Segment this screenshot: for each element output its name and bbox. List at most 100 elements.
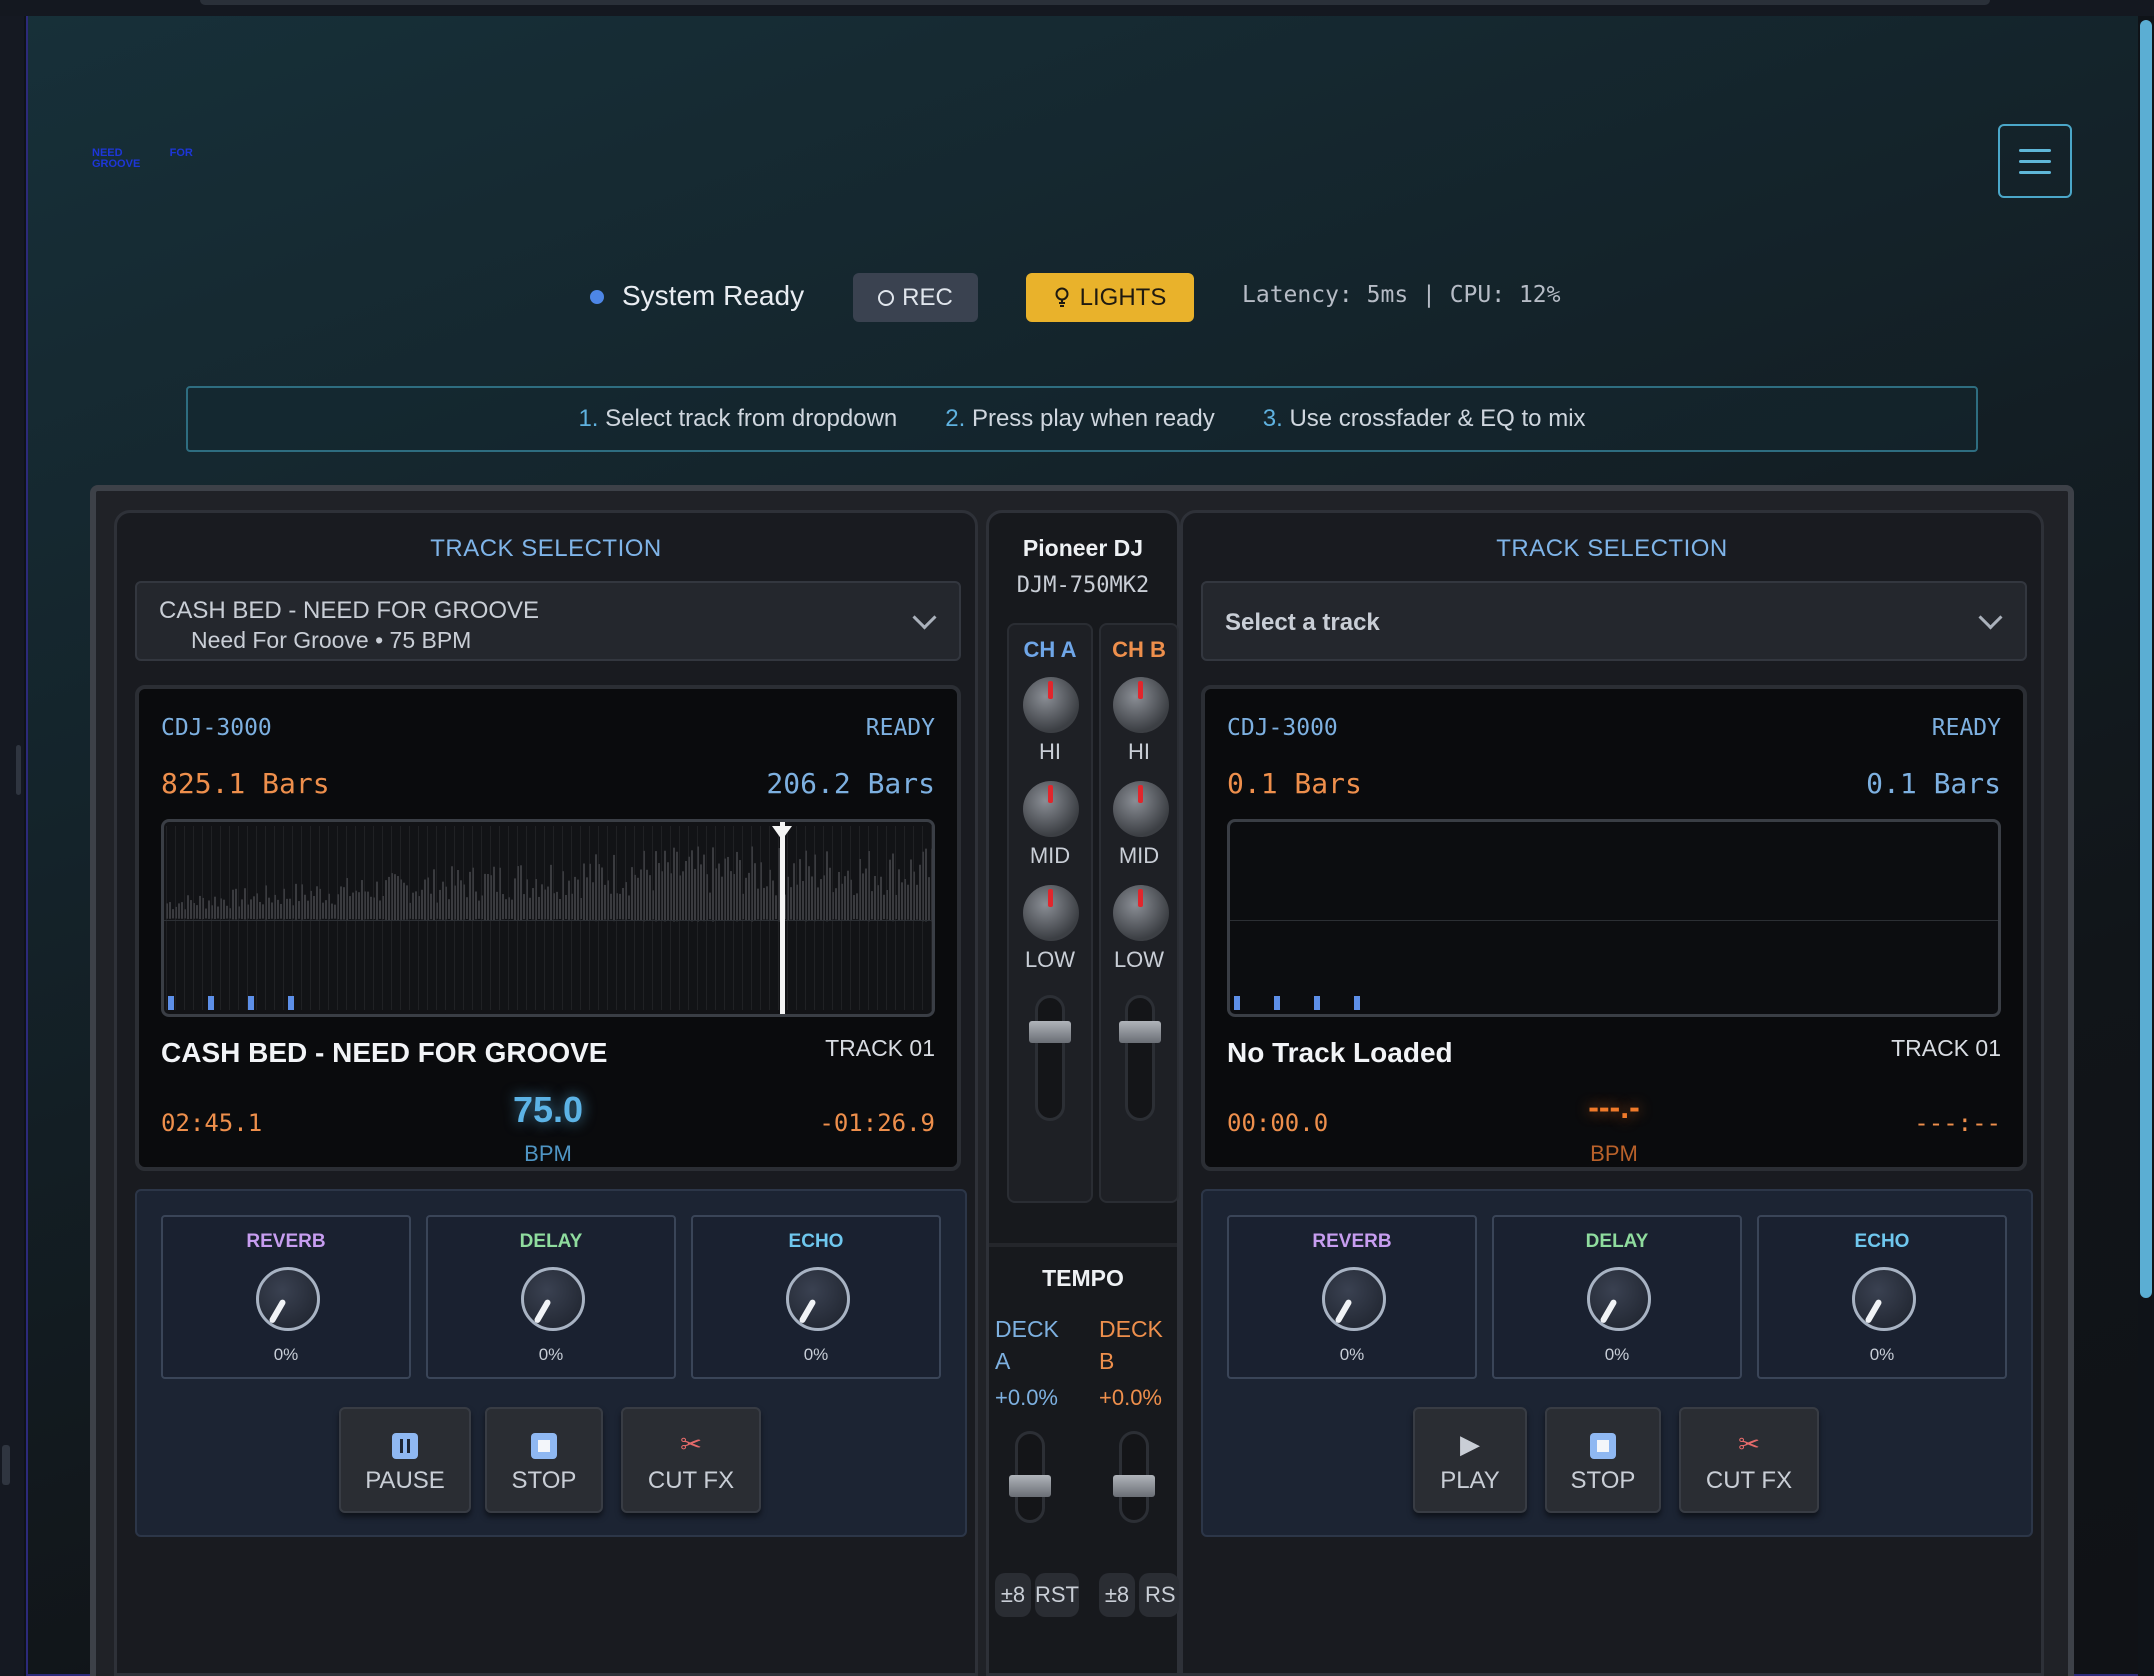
stop-button[interactable]: STOP <box>485 1407 603 1513</box>
pause-button[interactable]: PAUSE <box>339 1407 471 1513</box>
step-number: 2. <box>945 405 966 432</box>
bpm-label: BPM <box>524 1141 572 1166</box>
tempo-title: TEMPO <box>1042 1265 1124 1291</box>
status-indicator-icon <box>590 290 604 304</box>
delay-knob[interactable] <box>1587 1267 1651 1331</box>
cut-fx-button[interactable]: ✂ CUT FX <box>1679 1407 1819 1513</box>
channel-fader-handle[interactable] <box>1119 1021 1161 1043</box>
tempo-deck-b-label: DECK B <box>1099 1316 1163 1374</box>
fx-echo: ECHO 0% <box>1757 1215 2007 1379</box>
deck-title: TRACK SELECTION <box>1496 535 1728 562</box>
step-number: 3. <box>1262 405 1283 432</box>
eq-label: HI <box>1039 739 1061 764</box>
eq-low-knob[interactable] <box>1113 885 1169 941</box>
lights-button[interactable]: LIGHTS <box>1026 273 1194 322</box>
mixer-brand: Pioneer DJ <box>1022 535 1144 561</box>
fx-name: ECHO <box>1854 1231 1910 1252</box>
divider <box>989 1243 1177 1247</box>
cut-fx-button[interactable]: ✂ CUT FX <box>621 1407 761 1513</box>
cue-marker[interactable] <box>1234 996 1240 1010</box>
tempo-deck-a-value: +0.0% <box>995 1385 1058 1410</box>
fx-value: 0% <box>803 1345 829 1364</box>
fx-value: 0% <box>1869 1345 1895 1364</box>
eq-hi-knob[interactable] <box>1113 677 1169 733</box>
fx-name: REVERB <box>246 1231 326 1252</box>
cdj-model: CDJ-3000 <box>161 715 272 741</box>
cue-marker[interactable] <box>248 996 254 1010</box>
cdj-model: CDJ-3000 <box>1227 715 1338 741</box>
instruction-steps: 1. Select track from dropdown 2. Press p… <box>186 386 1978 452</box>
eq-hi-knob[interactable] <box>1023 677 1079 733</box>
scissors-icon: ✂ <box>680 1429 702 1459</box>
waveform[interactable] <box>1227 819 2001 1017</box>
scissors-icon: ✂ <box>1738 1429 1760 1459</box>
reverb-knob[interactable] <box>1322 1267 1386 1331</box>
left-gutter <box>0 0 24 1676</box>
tempo-reset-a-button[interactable]: RST <box>1035 1573 1079 1617</box>
fx-name: ECHO <box>788 1231 844 1252</box>
step-item: 2. Press play when ready <box>945 405 1214 433</box>
track-number: TRACK 01 <box>1891 1035 2001 1061</box>
cue-marker[interactable] <box>208 996 214 1010</box>
pause-icon <box>341 1429 469 1460</box>
selected-track-title: CASH BED - NEED FOR GROOVE <box>159 597 540 624</box>
tempo-range-a-button[interactable]: ±8 <box>995 1573 1031 1617</box>
gutter-handle[interactable] <box>2 1445 10 1485</box>
cdj-state: READY <box>865 715 935 741</box>
eq-mid-knob[interactable] <box>1023 781 1079 837</box>
cue-marker[interactable] <box>1314 996 1320 1010</box>
menu-button[interactable] <box>1998 124 2072 198</box>
remaining-time: ---:-- <box>1914 1109 2001 1137</box>
record-icon <box>878 289 895 306</box>
cue-marker[interactable] <box>288 996 294 1010</box>
stop-button[interactable]: STOP <box>1545 1407 1661 1513</box>
track-select-dropdown[interactable]: CASH BED - NEED FOR GROOVE Need For Groo… <box>135 581 961 661</box>
reverb-knob[interactable] <box>256 1267 320 1331</box>
tempo-fader-b-handle[interactable] <box>1113 1475 1155 1497</box>
track-select-placeholder: Select a track <box>1225 609 1380 636</box>
cue-marker[interactable] <box>1274 996 1280 1010</box>
fx-name: REVERB <box>1312 1231 1392 1252</box>
channel-fader-track <box>1125 995 1155 1121</box>
echo-knob[interactable] <box>1852 1267 1916 1331</box>
tempo-fader-a-handle[interactable] <box>1009 1475 1051 1497</box>
rec-button[interactable]: REC <box>853 273 978 322</box>
tempo-reset-b-button[interactable]: RS <box>1139 1573 1179 1617</box>
step-number: 1. <box>578 405 599 432</box>
play-button[interactable]: ▶ PLAY <box>1413 1407 1527 1513</box>
button-label: STOP <box>1570 1467 1636 1494</box>
cue-marker[interactable] <box>168 996 174 1010</box>
scrollbar-thumb[interactable] <box>2140 20 2152 1298</box>
playhead-marker-icon <box>772 826 792 840</box>
button-label: STOP <box>511 1467 577 1494</box>
fx-delay: DELAY 0% <box>1492 1215 1742 1379</box>
delay-knob[interactable] <box>521 1267 585 1331</box>
button-label: CUT FX <box>647 1467 735 1494</box>
channel-fader-handle[interactable] <box>1029 1021 1071 1043</box>
cue-marker[interactable] <box>1354 996 1360 1010</box>
waveform-graphic <box>166 826 932 1010</box>
cdj-display: CDJ-3000 READY 0.1 Bars 0.1 Bars No Trac… <box>1201 685 2027 1171</box>
fx-echo: ECHO 0% <box>691 1215 941 1379</box>
tempo-range-b-button[interactable]: ±8 <box>1099 1573 1135 1617</box>
deck-b: TRACK SELECTION Select a track CDJ-3000 … <box>1180 510 2044 1676</box>
logo-word: FOR <box>169 147 193 159</box>
gutter-handle[interactable] <box>16 745 21 795</box>
logo[interactable]: NEED FOR GROOVE <box>92 148 193 170</box>
echo-knob[interactable] <box>786 1267 850 1331</box>
step-text: Press play when ready <box>971 405 1215 432</box>
eq-label: LOW <box>1113 947 1165 972</box>
fx-value: 0% <box>1604 1345 1630 1364</box>
eq-label: MID <box>1118 843 1160 868</box>
waveform[interactable] <box>161 819 935 1017</box>
mixer-model: DJM-750MK2 <box>1016 573 1150 598</box>
eq-low-knob[interactable] <box>1023 885 1079 941</box>
eq-mid-knob[interactable] <box>1113 781 1169 837</box>
step-item: 3. Use crossfader & EQ to mix <box>1263 405 1586 433</box>
playhead[interactable] <box>780 822 785 1014</box>
stop-icon <box>1547 1429 1659 1460</box>
remaining-time: -01:26.9 <box>819 1109 935 1137</box>
bars-elapsed: 825.1 Bars <box>161 767 330 800</box>
track-select-dropdown[interactable]: Select a track <box>1201 581 2027 661</box>
channel-a: CH A HI MID LOW <box>1007 623 1093 1203</box>
